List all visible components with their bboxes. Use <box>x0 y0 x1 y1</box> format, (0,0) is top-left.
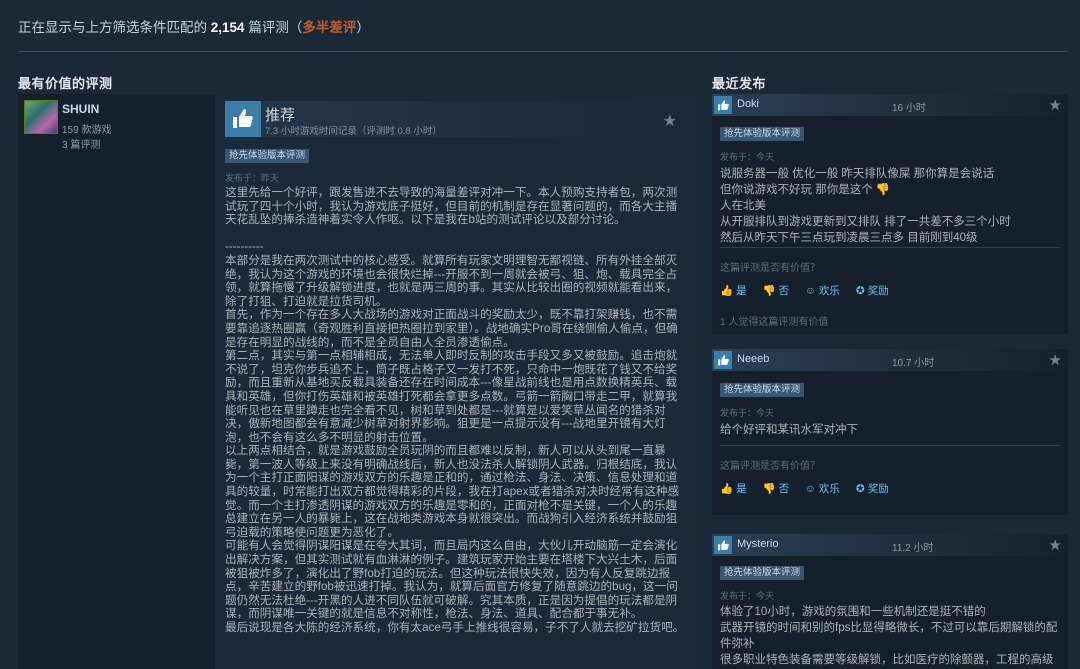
no-button[interactable]: 👎 否 <box>763 481 790 496</box>
star-icon[interactable]: ★ <box>663 111 677 131</box>
reviewer-name[interactable]: SHUIN <box>62 102 99 116</box>
yes-button[interactable]: 👍 是 <box>720 283 747 298</box>
posted-date: 发布于：今天 <box>720 408 775 418</box>
review-text: 体验了10小时，游戏的氛围和一些机制还是挺不错的 武器开镜的时间和别的fps比显… <box>720 606 1058 666</box>
main-review-card: SHUIN 159 款游戏 3 篇评测 推荐 7.3 小时游戏时间记录（评测时 … <box>18 94 695 669</box>
playtime: 11.2 小时 <box>892 543 934 554</box>
early-access-tag: 抢先体验版本评测 <box>225 149 310 163</box>
playtime: 7.3 小时游戏时间记录（评测时 0.8 小时） <box>265 126 442 137</box>
playtime: 10.7 小时 <box>892 358 935 369</box>
no-button[interactable]: 👎 否 <box>763 283 790 298</box>
award-icon: ✪ <box>855 482 865 495</box>
award-button[interactable]: ✪ 奖励 <box>856 481 889 496</box>
review-summary: 正在显示与上方筛选条件匹配的 2,154 篇评测（多半差评） <box>18 16 370 36</box>
funny-button[interactable]: ☺ 欢乐 <box>805 481 840 496</box>
card-header: Mysterio 11.2 小时 ★ <box>712 534 1068 556</box>
thumbs-up-icon: 👍 <box>720 285 734 297</box>
card-header: Neeeb 10.7 小时 ★ <box>712 349 1068 371</box>
reviews-count[interactable]: 3 篇评测 <box>62 136 100 151</box>
reviewer-name[interactable]: Mysterio <box>737 538 779 550</box>
posted-date: 发布于：今天 <box>720 591 775 601</box>
yes-button[interactable]: 👍 是 <box>720 481 747 496</box>
early-access-tag: 抢先体验版本评测 <box>720 127 805 141</box>
recent-review-card: Doki 16 小时 ★ 抢先体验版本评测 发布于：今天 说服务器一般 优化一般… <box>712 94 1068 334</box>
verdict: 推荐 <box>265 107 296 124</box>
thumbs-up-icon: 👍 <box>720 483 734 495</box>
helpful-count: 1 人觉得这篇评测有价值 <box>720 317 829 328</box>
reviewer-name[interactable]: Neeeb <box>737 353 769 365</box>
playtime: 16 小时 <box>892 103 926 114</box>
review-body: 推荐 7.3 小时游戏时间记录（评测时 0.8 小时） ★ 抢先体验版本评测 发… <box>215 94 695 669</box>
thumbs-up-icon <box>714 351 732 369</box>
divider <box>720 445 1060 446</box>
divider <box>720 247 1060 248</box>
avatar[interactable] <box>24 100 58 134</box>
summary-prefix: 正在显示与上方筛选条件匹配的 <box>18 20 207 35</box>
rating-label[interactable]: 多半差评 <box>302 20 356 35</box>
posted-date: 发布于：今天 <box>720 152 775 162</box>
star-icon[interactable]: ★ <box>1049 351 1062 369</box>
review-text: 这里先给一个好评，跟发售进不去导致的海量差评对冲一下。本人预购支持者包，两次测试… <box>225 186 685 634</box>
thumbs-up-icon <box>714 96 732 114</box>
review-count: 2,154 <box>210 20 245 35</box>
star-icon[interactable]: ★ <box>1049 536 1062 554</box>
funny-button[interactable]: ☺ 欢乐 <box>805 283 840 298</box>
card-header: Doki 16 小时 ★ <box>712 94 1068 116</box>
smile-icon: ☺ <box>805 482 816 495</box>
star-icon[interactable]: ★ <box>1049 96 1062 114</box>
early-access-tag: 抢先体验版本评测 <box>720 566 805 580</box>
vote-buttons: 👍 是 👎 否 ☺ 欢乐 ✪ 奖励 <box>720 283 889 298</box>
award-icon: ✪ <box>855 284 865 297</box>
thumbs-down-icon: 👎 <box>762 483 776 495</box>
recent-review-card: Mysterio 11.2 小时 ★ 抢先体验版本评测 发布于：今天 体验了10… <box>712 534 1068 669</box>
posted-date: 发布于：昨天 <box>225 173 280 183</box>
helpful-question: 这篇评测是否有价值？ <box>720 263 820 274</box>
early-access-tag: 抢先体验版本评测 <box>720 383 805 397</box>
thumbs-up-icon <box>714 536 732 554</box>
vote-buttons: 👍 是 👎 否 ☺ 欢乐 ✪ 奖励 <box>720 481 889 496</box>
thumbs-up-icon <box>225 101 261 137</box>
vote-header[interactable]: 推荐 7.3 小时游戏时间记录（评测时 0.8 小时） ★ <box>225 101 683 137</box>
most-helpful-heading: 最有价值的评测 <box>18 76 113 91</box>
games-owned[interactable]: 159 款游戏 <box>62 121 111 136</box>
award-button[interactable]: ✪ 奖励 <box>856 283 889 298</box>
helpful-question: 这篇评测是否有价值？ <box>720 461 820 472</box>
recent-heading: 最近发布 <box>712 76 767 91</box>
recent-review-card: Neeeb 10.7 小时 ★ 抢先体验版本评测 发布于：今天 给个好评和某讯水… <box>712 349 1068 515</box>
summary-suffix: 篇评测（ <box>248 20 303 35</box>
review-text: 说服务器一般 优化一般 昨天排队像屎 那你算是会说话 但你说游戏不好玩 那你是这… <box>720 168 1011 244</box>
divider <box>18 51 1068 52</box>
review-text: 给个好评和某讯水军对冲下 <box>720 424 858 436</box>
smile-icon: ☺ <box>805 284 816 297</box>
thumbs-down-icon: 👎 <box>762 285 776 297</box>
reviewer-info: SHUIN 159 款游戏 3 篇评测 <box>18 94 215 669</box>
summary-close: ） <box>356 20 370 35</box>
reviewer-name[interactable]: Doki <box>737 98 759 110</box>
